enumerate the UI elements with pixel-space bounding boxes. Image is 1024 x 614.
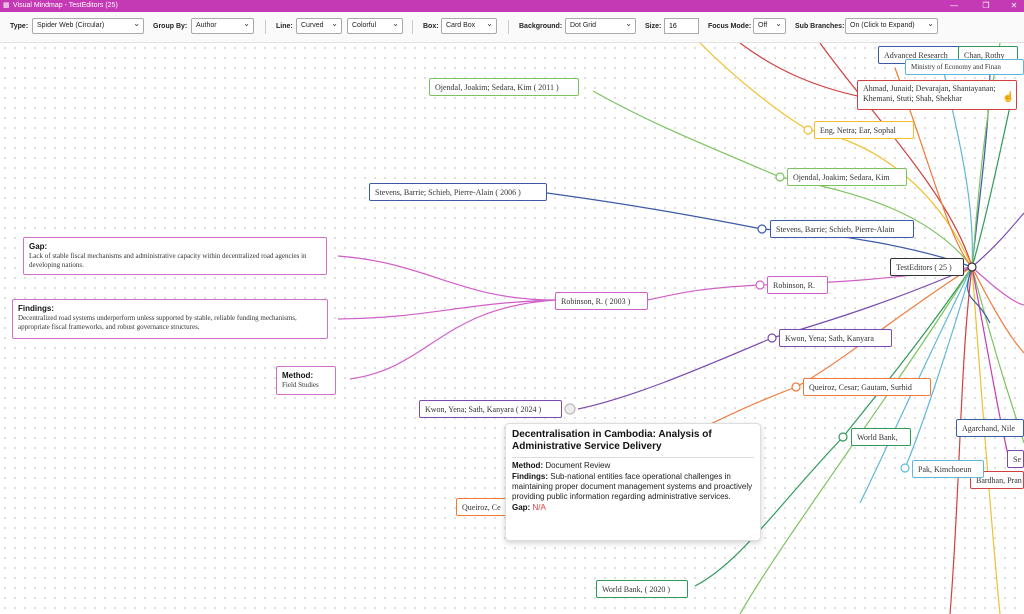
branch-line (699, 43, 809, 131)
tooltip-title: Decentralisation in Cambodia: Analysis o… (512, 429, 754, 458)
background-label: Background: (519, 23, 563, 30)
findings-card[interactable]: Findings: Decentralized road systems und… (12, 299, 328, 339)
node-handle (775, 172, 785, 182)
node-ojendal[interactable]: Ojendal, Joakim; Sedara, Kim (787, 168, 907, 186)
branch-line (809, 129, 973, 268)
tooltip-gap: Gap: N/A (512, 503, 754, 513)
node-world-bank-2020[interactable]: World Bank, ( 2020 ) (596, 580, 688, 598)
node-pak-kimchoeun[interactable]: Pak, Kimchoeun (912, 460, 984, 478)
branch-line (546, 192, 763, 230)
branch-line (577, 337, 773, 410)
node-handle (755, 280, 765, 290)
toolbar-divider (508, 20, 509, 34)
node-stevens[interactable]: Stevens, Barrie; Schieb, Pierre-Alain (770, 220, 914, 238)
node-handle (564, 403, 576, 415)
node-handle (838, 432, 848, 442)
tooltip-method: Method: Document Review (512, 461, 754, 471)
line-color-select[interactable]: Colorful (347, 18, 403, 34)
branch-line (349, 299, 556, 380)
node-kwon-2024[interactable]: Kwon, Yena; Sath, Kanyara ( 2024 ) (419, 400, 562, 418)
findings-text: Decentralized road systems underperform … (18, 314, 297, 331)
branch-line (739, 43, 863, 98)
node-handle (967, 262, 977, 272)
branch-line (337, 255, 556, 301)
method-heading: Method: (282, 371, 314, 380)
mouse-cursor-icon: ☝ (1002, 92, 1015, 103)
sub-branches-select[interactable]: On (Click to Expand) (845, 18, 938, 34)
box-label: Box: (423, 23, 439, 30)
node-eng-netra[interactable]: Eng, Netra; Ear, Sophal (814, 121, 914, 139)
node-queiroz-left[interactable]: Queiroz, Ce (456, 498, 508, 516)
group-by-select[interactable]: Author (191, 18, 254, 34)
branch-line (971, 266, 1024, 444)
node-ojendal-2011[interactable]: Ojendal, Joakim; Sedara, Kim ( 2011 ) (429, 78, 579, 96)
branch-line (337, 299, 556, 320)
node-kwon[interactable]: Kwon, Yena; Sath, Kanyara (779, 329, 892, 347)
window-title: Visual Mindmap - TestEditors (25) (13, 2, 118, 9)
type-label: Type: (10, 23, 29, 30)
tooltip-gap-label: Gap: (512, 503, 531, 512)
tooltip-gap-value: N/A (532, 503, 546, 512)
tooltip-findings-label: Findings: (512, 472, 548, 481)
node-handle (791, 382, 801, 392)
branch-line (647, 284, 761, 301)
findings-heading: Findings: (18, 304, 54, 313)
toolbar-divider (412, 20, 413, 34)
close-icon[interactable]: ✕ (1004, 0, 1024, 12)
line-style-select[interactable]: Curved (296, 18, 342, 34)
node-center-testeditors[interactable]: TestEditors ( 25 ) (890, 258, 964, 276)
tooltip-method-label: Method: (512, 461, 544, 470)
size-input[interactable] (664, 18, 699, 34)
node-handle (757, 224, 767, 234)
group-by-label: Group By: (153, 23, 188, 30)
hover-tooltip: Decentralisation in Cambodia: Analysis o… (505, 423, 761, 541)
title-bar: ▦ Visual Mindmap - TestEditors (25) — ❐ … (0, 0, 1024, 12)
node-handle (803, 125, 813, 135)
branch-line (949, 266, 973, 614)
method-text: Field Studies (282, 381, 319, 389)
branch-line (971, 266, 1024, 306)
node-handle (767, 333, 777, 343)
method-card[interactable]: Method: Field Studies (276, 366, 336, 395)
focus-mode-label: Focus Mode: (708, 23, 752, 30)
tooltip-findings-value: Sub-national entities face operational c… (512, 472, 753, 501)
node-agarchand[interactable]: Agarchand, Nile (956, 419, 1024, 437)
tooltip-method-value: Document Review (545, 461, 611, 470)
node-se[interactable]: Se (1007, 450, 1024, 468)
size-label: Size: (645, 23, 662, 30)
node-handle (900, 463, 910, 473)
box-select[interactable]: Card Box (441, 18, 497, 34)
node-world-bank[interactable]: World Bank, (851, 428, 911, 446)
node-robinson-2003[interactable]: Robinson, R. ( 2003 ) (555, 292, 648, 310)
restore-icon[interactable]: ❐ (976, 0, 996, 12)
type-select[interactable]: Spider Web (Circular) (32, 18, 144, 34)
node-stevens-2006[interactable]: Stevens, Barrie; Schieb, Pierre-Alain ( … (369, 183, 547, 201)
line-label: Line: (276, 23, 293, 30)
gap-text: Lack of stable fiscal mechanisms and adm… (29, 252, 307, 269)
background-select[interactable]: Dot Grid (565, 18, 636, 34)
branch-line (592, 90, 781, 178)
minimize-icon[interactable]: — (944, 0, 964, 12)
gap-heading: Gap: (29, 242, 48, 251)
tooltip-findings: Findings: Sub-national entities face ope… (512, 472, 754, 502)
node-ministry-economy[interactable]: Ministry of Economy and Finan (905, 59, 1024, 75)
node-queiroz[interactable]: Queiroz, Cesar; Gautam, Surhid (803, 378, 931, 396)
mindmap-icon: ▦ (3, 2, 10, 9)
focus-mode-select[interactable]: Off (753, 18, 786, 34)
node-ahmad-junaid[interactable]: Ahmad, Junaid; Devarajan, Shantayanan; K… (857, 80, 1017, 110)
branch-line (904, 266, 973, 469)
toolbar-divider (265, 20, 266, 34)
branch-line (971, 82, 1016, 268)
node-robinson[interactable]: Robinson, R. (767, 276, 828, 294)
gap-card[interactable]: Gap: Lack of stable fiscal mechanisms an… (23, 237, 327, 275)
toolbar: Type: Spider Web (Circular) Group By: Au… (0, 12, 1024, 43)
sub-branches-label: Sub Branches: (795, 23, 845, 30)
mindmap-canvas[interactable]: Advanced Research Chan, Rothy Ministry o… (0, 43, 1024, 614)
